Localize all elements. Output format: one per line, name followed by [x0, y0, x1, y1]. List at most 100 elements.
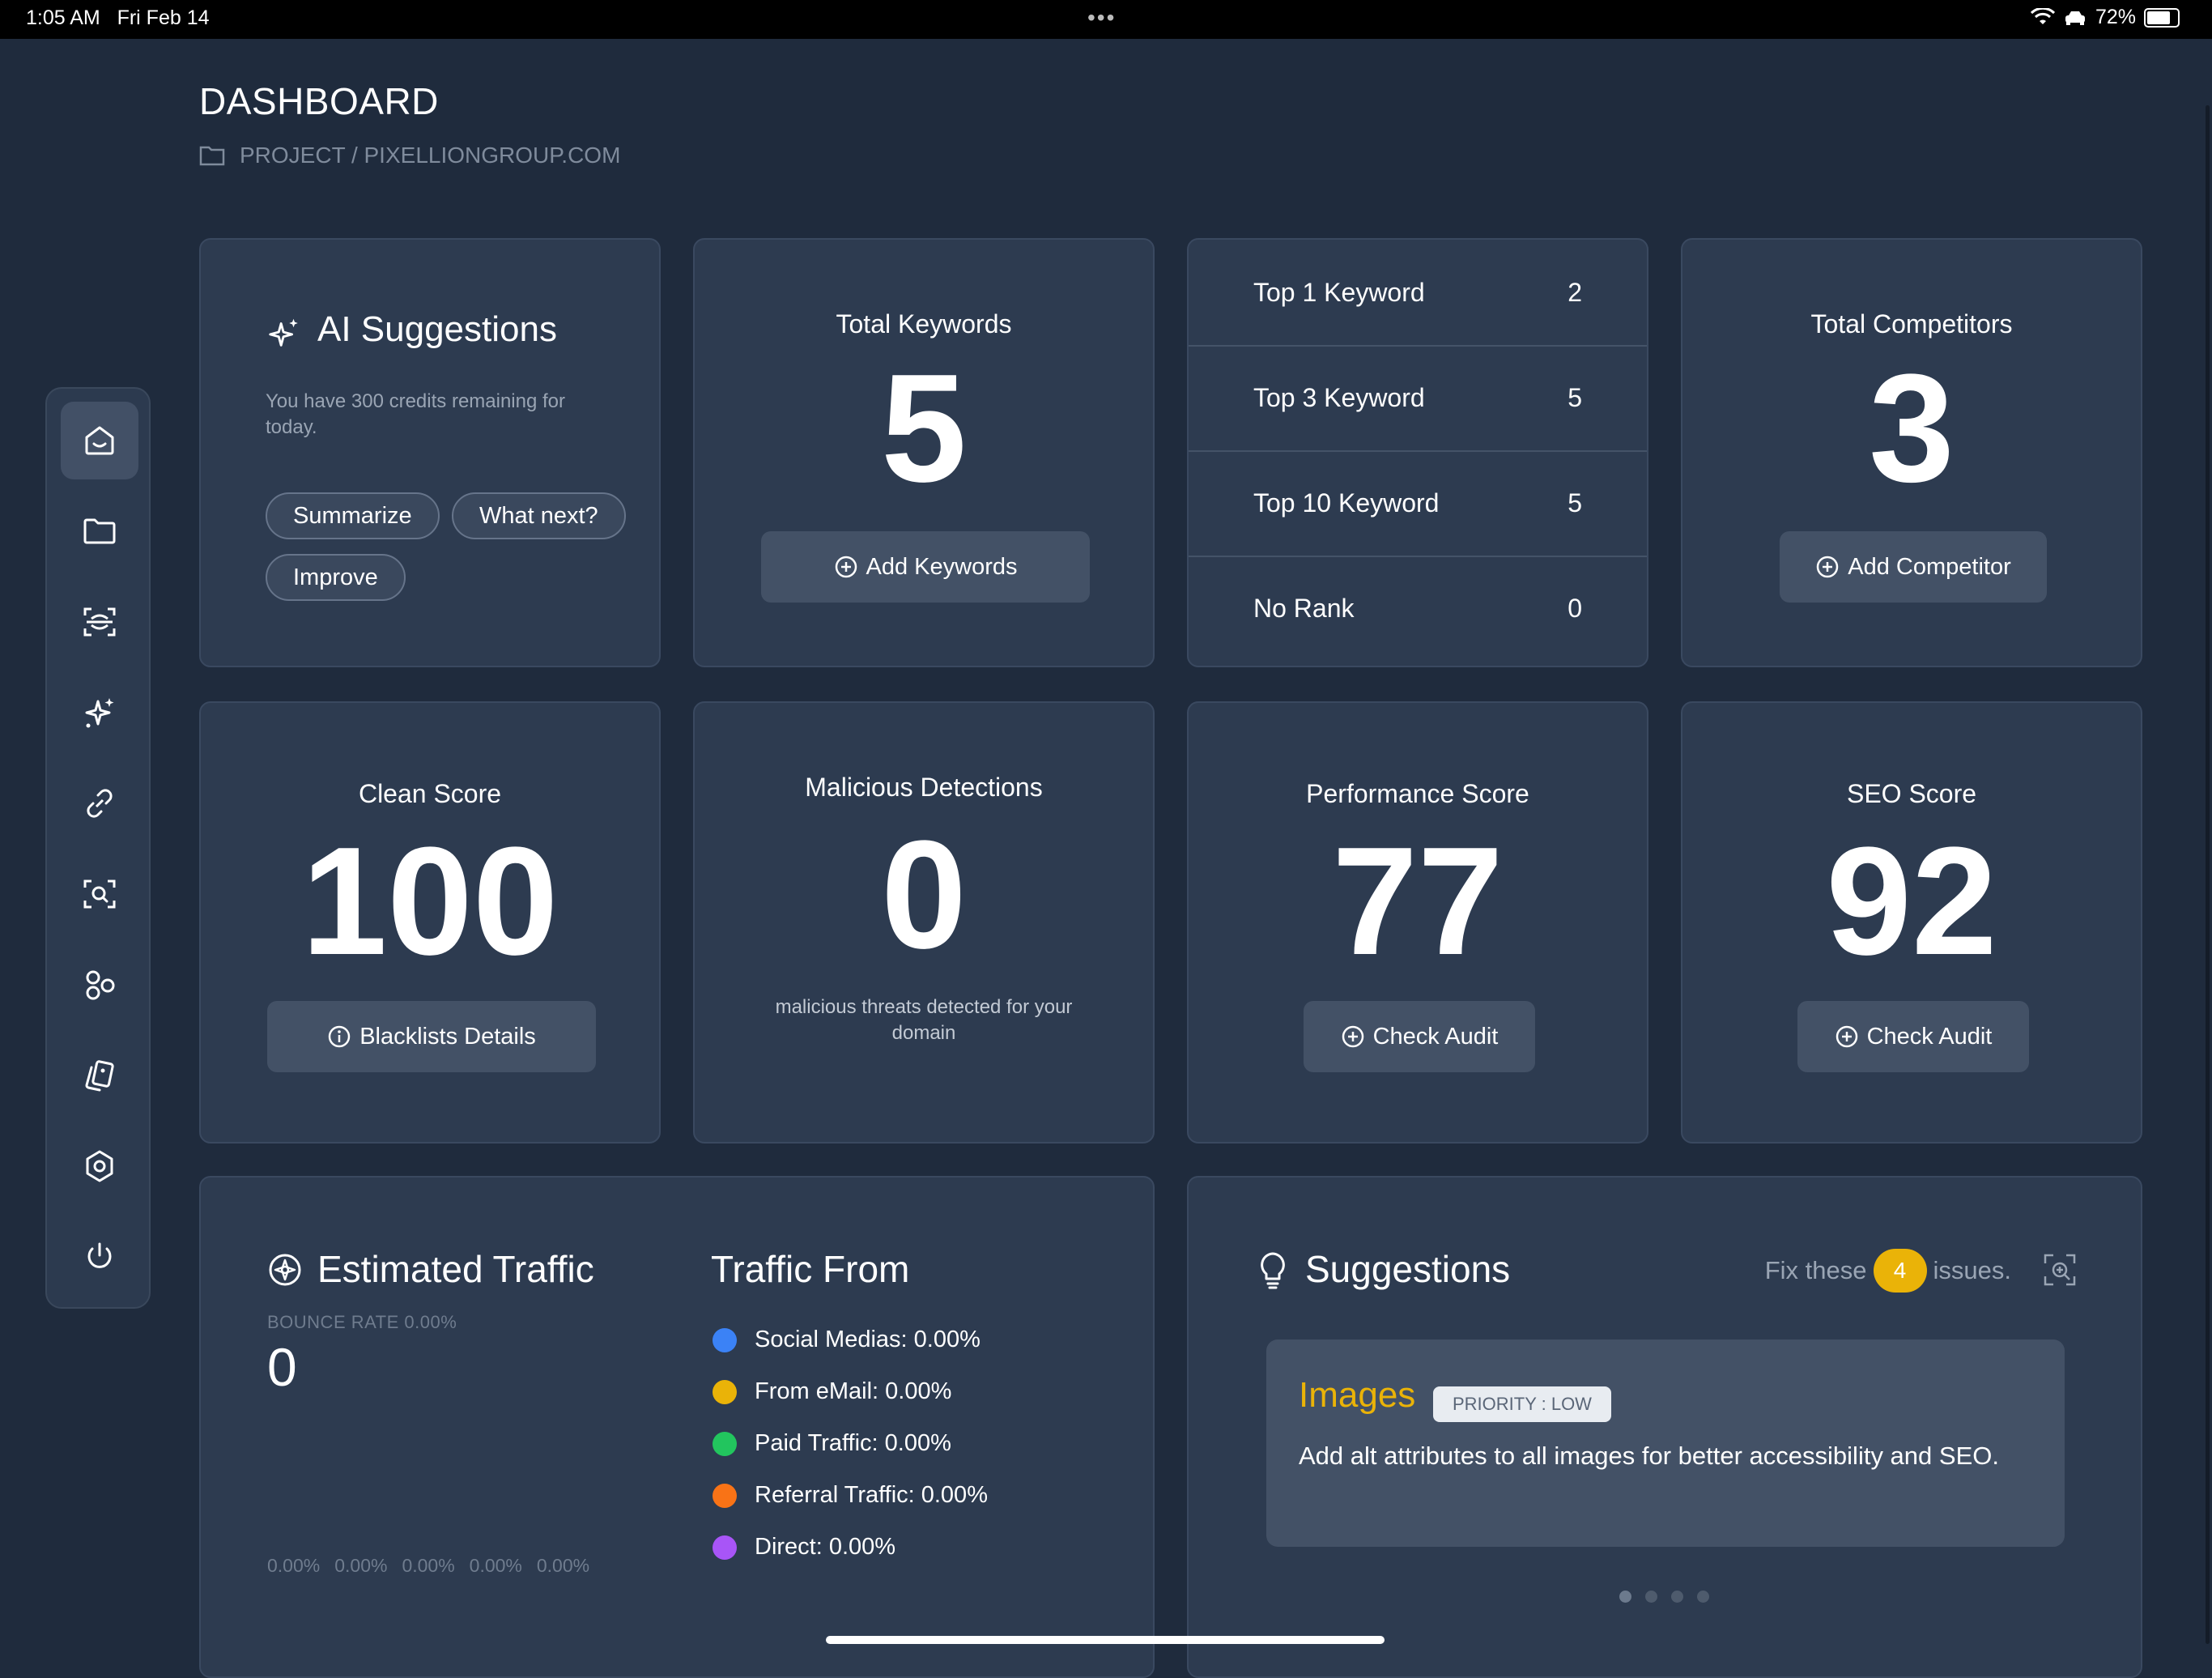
sparkles-icon: [269, 318, 298, 347]
sidebar-item-links[interactable]: [61, 764, 138, 842]
sidebar-item-scan[interactable]: [61, 583, 138, 661]
shapes-icon: [86, 970, 115, 1000]
seo-label: SEO Score: [1846, 779, 1977, 808]
total-competitors-value: 3: [1869, 343, 1955, 514]
sidebar-item-logout[interactable]: [61, 1218, 138, 1296]
improve-button[interactable]: Improve: [266, 554, 406, 601]
rank-row-norank: No Rank 0: [1253, 593, 1582, 623]
wifi-icon: [2030, 7, 2055, 24]
traffic-from-title: Traffic From: [711, 1248, 910, 1290]
rank-row-top10: Top 10 Keyword 5: [1253, 488, 1582, 517]
sidebar-item-settings[interactable]: [61, 1127, 138, 1205]
status-bar: 1:05 AM Fri Feb 14 ••• 72%: [0, 0, 2212, 39]
sidebar-item-cards[interactable]: [61, 1037, 138, 1114]
estimated-traffic-card: Estimated Traffic BOUNCE RATE 0.00% 0 0.…: [199, 1176, 1155, 1678]
info-icon: [328, 1025, 351, 1048]
axis-label: 0.00%: [267, 1555, 321, 1576]
pagination-dot[interactable]: [1645, 1591, 1657, 1603]
sidebar-item-search[interactable]: [61, 855, 138, 933]
cards-icon: [85, 1060, 114, 1092]
malicious-label: Malicious Detections: [805, 773, 1043, 802]
multitasking-dots-icon[interactable]: •••: [1087, 5, 1116, 31]
search-scan-icon: [83, 879, 116, 909]
home-icon: [85, 426, 114, 455]
pagination-dot-active[interactable]: [1619, 1591, 1631, 1603]
suggestion-category: Images: [1299, 1375, 1416, 1415]
folder-icon: [83, 518, 116, 544]
sidebar-item-shapes[interactable]: [61, 946, 138, 1024]
suggestions-card: Suggestions Fix these 4 issues. Images P…: [1187, 1176, 2142, 1678]
seo-check-audit-button[interactable]: Check Audit: [1797, 1001, 2029, 1072]
scan-icon: [83, 607, 116, 637]
ai-suggestions-title: AI Suggestions: [317, 309, 557, 349]
page-title: DASHBOARD: [199, 80, 439, 122]
sidebar-item-home[interactable]: [61, 402, 138, 479]
lightbulb-icon: [1261, 1252, 1285, 1289]
what-next-button[interactable]: What next?: [452, 492, 626, 539]
ai-suggestions-card: AI Suggestions You have 300 credits rema…: [199, 238, 661, 667]
breadcrumb[interactable]: PROJECT / PIXELLIONGROUP.COM: [199, 143, 620, 168]
total-keywords-value: 5: [881, 343, 967, 514]
scroll-indicator[interactable]: [2206, 105, 2210, 1644]
legend-dot: [713, 1483, 737, 1508]
traffic-value: 0: [267, 1337, 297, 1397]
breadcrumb-text[interactable]: PROJECT / PIXELLIONGROUP.COM: [240, 143, 620, 168]
battery-icon: [2144, 7, 2180, 28]
pagination-dot[interactable]: [1697, 1591, 1709, 1603]
legend-dot: [713, 1431, 737, 1456]
performance-value: 77: [1332, 816, 1504, 987]
traffic-source-email: From eMail: 0.00%: [713, 1378, 951, 1405]
add-competitor-button[interactable]: Add Competitor: [1780, 531, 2047, 603]
plus-circle-icon: [1836, 1025, 1857, 1048]
priority-badge: PRIORITY : LOW: [1433, 1386, 1611, 1422]
issues-count-badge: 4: [1873, 1249, 1927, 1293]
status-right: 72%: [2030, 6, 2180, 29]
seo-score-card: SEO Score 92 Check Audit: [1681, 701, 2142, 1144]
sparkles-icon: [85, 698, 114, 728]
battery-percent: 72%: [2095, 6, 2136, 28]
traffic-source-social: Social Medias: 0.00%: [713, 1327, 981, 1353]
malicious-detections-card: Malicious Detections 0 malicious threats…: [693, 701, 1155, 1144]
folder-icon: [199, 146, 225, 166]
rank-row-top3: Top 3 Keyword 5: [1253, 382, 1582, 412]
home-indicator[interactable]: [826, 1636, 1385, 1644]
add-keywords-button[interactable]: Add Keywords: [761, 531, 1090, 603]
axis-label: 0.00%: [469, 1555, 522, 1576]
performance-score-card: Performance Score 77 Check Audit: [1187, 701, 1648, 1144]
blacklists-details-button[interactable]: Blacklists Details: [267, 1001, 596, 1072]
traffic-source-paid: Paid Traffic: 0.00%: [713, 1430, 951, 1457]
traffic-source-referral: Referral Traffic: 0.00%: [713, 1482, 988, 1509]
summarize-button[interactable]: Summarize: [266, 492, 440, 539]
plus-circle-icon: [1817, 556, 1839, 578]
legend-dot: [713, 1379, 737, 1404]
traffic-source-direct: Direct: 0.00%: [713, 1534, 895, 1561]
malicious-note: malicious threats detected for your doma…: [775, 996, 1073, 1044]
plus-circle-icon: [835, 556, 857, 578]
search-scan-icon[interactable]: [2042, 1252, 2078, 1288]
rank-row-top1: Top 1 Keyword 2: [1253, 277, 1582, 307]
sidebar: [45, 387, 151, 1309]
estimated-traffic-title: Estimated Traffic: [317, 1248, 594, 1290]
link-icon: [87, 789, 113, 818]
pagination-dot[interactable]: [1671, 1591, 1683, 1603]
ai-credits-text: You have 300 credits remaining for today…: [266, 390, 566, 438]
legend-dot: [713, 1535, 737, 1560]
malicious-value: 0: [881, 809, 967, 981]
clean-score-card: Clean Score 100 Blacklists Details: [199, 701, 661, 1144]
settings-icon: [86, 1150, 113, 1182]
plus-circle-icon: [1342, 1025, 1363, 1048]
total-keywords-label: Total Keywords: [836, 309, 1012, 339]
compass-icon: [269, 1254, 301, 1286]
clean-score-value: 100: [301, 816, 559, 987]
performance-check-audit-button[interactable]: Check Audit: [1304, 1001, 1535, 1072]
sidebar-item-ai[interactable]: [61, 674, 138, 752]
total-keywords-card: Total Keywords 5 Add Keywords: [693, 238, 1155, 667]
bounce-rate: BOUNCE RATE 0.00%: [267, 1312, 457, 1332]
seo-value: 92: [1826, 816, 1997, 987]
sidebar-item-projects[interactable]: [61, 492, 138, 570]
suggestion-item[interactable]: Images PRIORITY : LOW Add alt attributes…: [1266, 1339, 2065, 1547]
axis-label: 0.00%: [536, 1555, 590, 1576]
status-time: 1:05 AM Fri Feb 14: [26, 6, 210, 29]
legend-dot: [713, 1327, 737, 1352]
keyword-ranks-card: Top 1 Keyword 2 Top 3 Keyword 5 Top 10 Key…: [1187, 238, 1648, 667]
